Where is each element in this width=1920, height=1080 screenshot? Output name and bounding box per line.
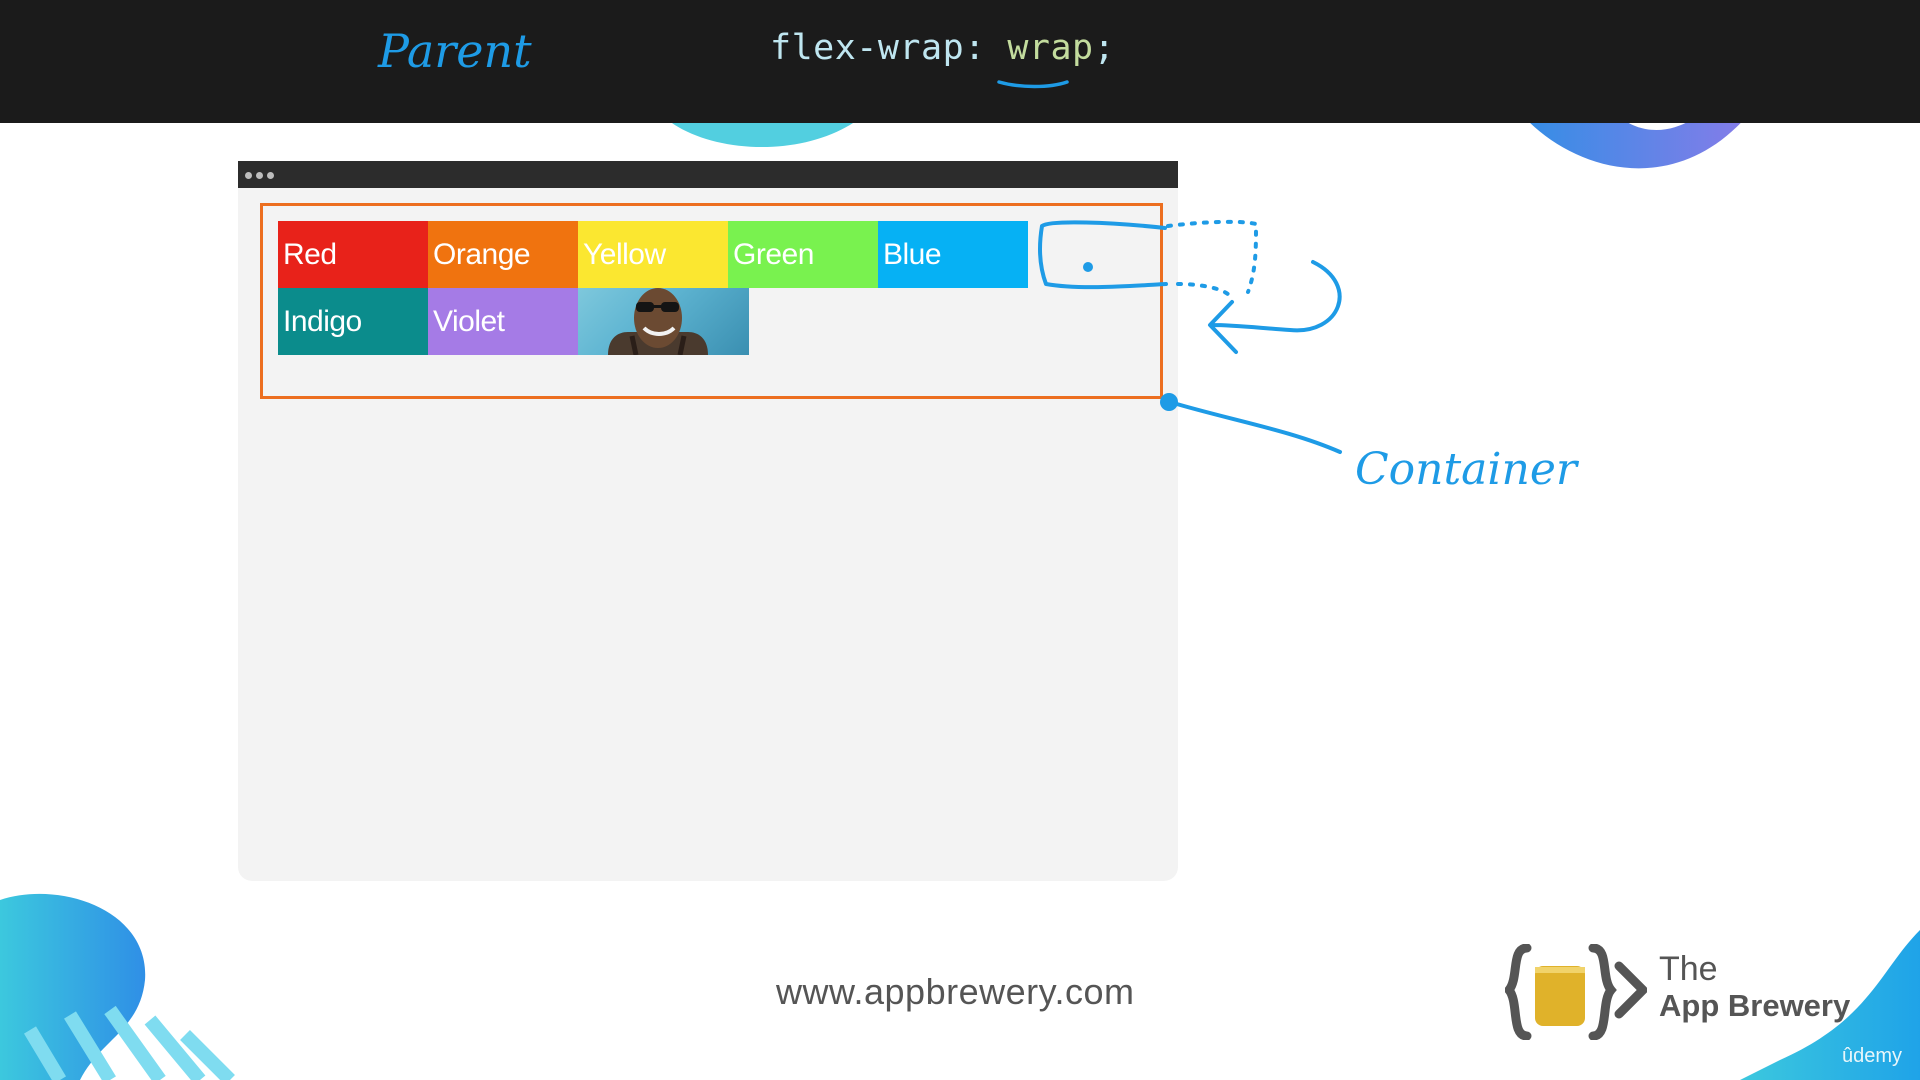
app-brewery-logo-text: The App Brewery [1659,950,1850,1024]
window-dot-icon [267,172,274,179]
code-header-bar: flex-wrap: wrap; Parent [0,0,1920,123]
flex-item-indigo: Indigo [278,288,428,355]
flex-item-red: Red [278,221,428,288]
container-handwritten-label: Container [1355,444,1580,495]
flex-item-violet: Violet [428,288,578,355]
flex-item-green: Green [728,221,878,288]
container-pointer-line [1168,400,1342,454]
css-code-line: flex-wrap: wrap; [770,28,1115,68]
css-semicolon: ; [1093,28,1116,68]
udemy-watermark: ûdemy [1842,1045,1903,1067]
logo-name: App Brewery [1659,988,1851,1023]
person-photo-icon [578,288,749,355]
dotted-wrap-path [1166,219,1258,300]
flex-item-orange: Orange [428,221,578,288]
logo-the: The [1659,950,1718,988]
window-dot-icon [256,172,263,179]
app-brewery-logo-icon [1505,944,1647,1040]
window-dot-icon [245,172,252,179]
parent-handwritten-label: Parent [378,24,532,78]
flex-item-yellow: Yellow [578,221,728,288]
website-url: www.appbrewery.com [776,971,1135,1012]
browser-window: Red Orange Yellow Green Blue Indigo Viol… [238,161,1178,881]
browser-title-bar [238,161,1178,188]
css-value: wrap [1007,28,1094,68]
wrap-arrow-icon [1208,260,1342,354]
flex-item-blue: Blue [878,221,1028,288]
decorative-blob-bottom-left [0,893,235,1080]
value-underline-stroke [997,80,1069,89]
css-property: flex-wrap [770,28,965,68]
flex-container: Red Orange Yellow Green Blue Indigo Viol… [260,203,1163,399]
css-colon: : [964,28,1008,68]
